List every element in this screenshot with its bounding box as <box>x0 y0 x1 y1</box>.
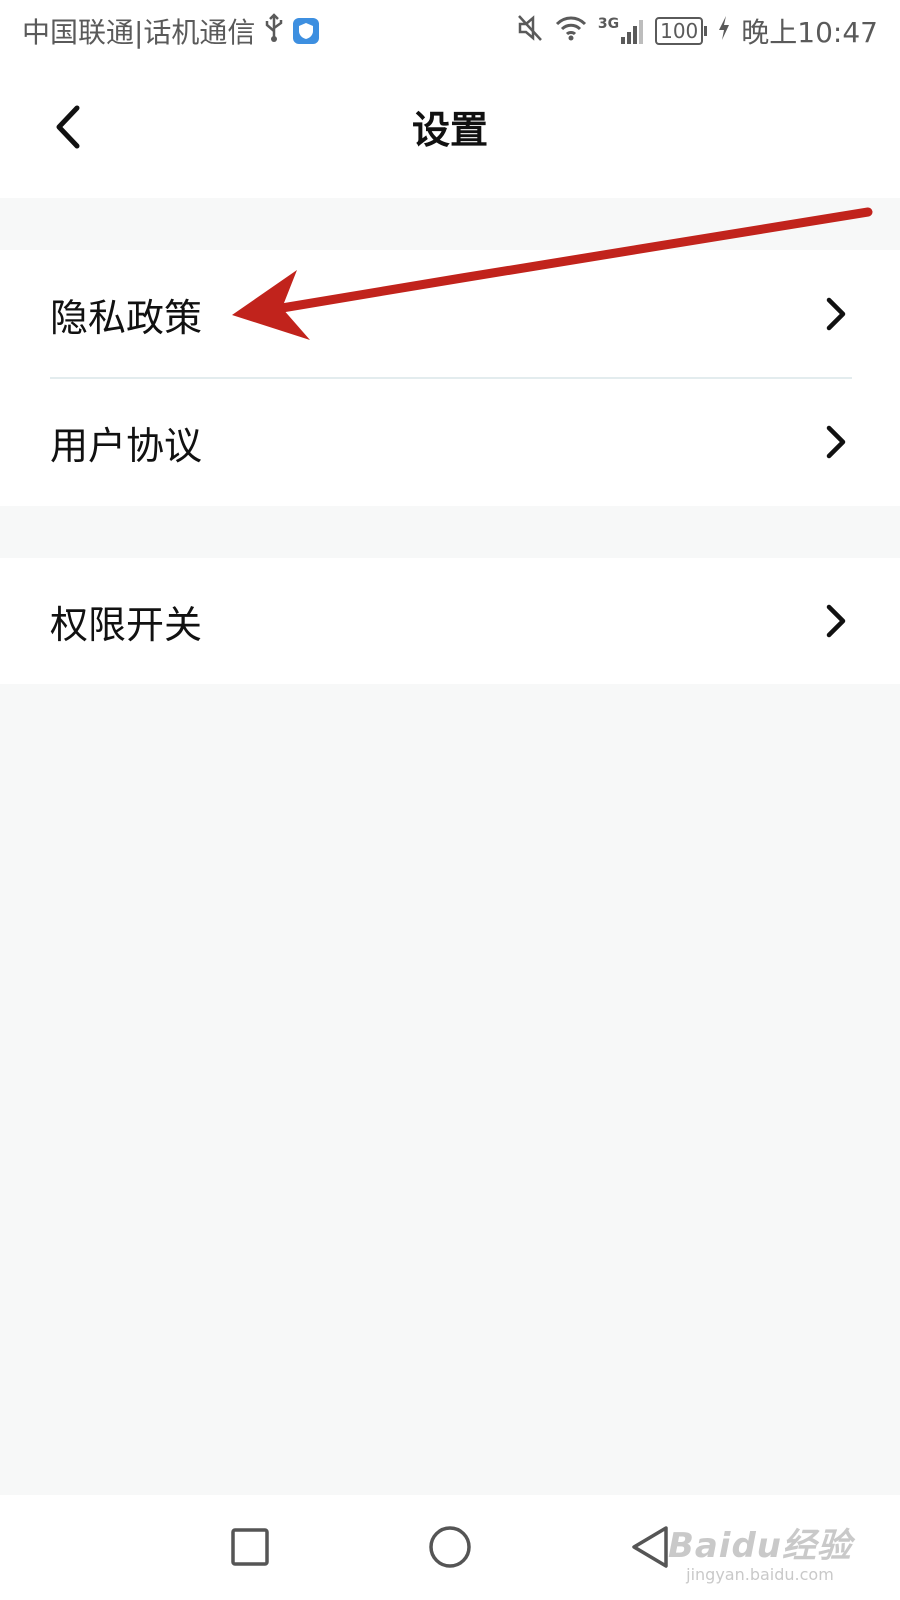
clock: 晚上10:47 <box>741 16 878 49</box>
battery-tip <box>704 26 708 36</box>
back-button[interactable] <box>40 92 96 162</box>
settings-item-permission-switch[interactable]: 权限开关 <box>0 558 900 684</box>
settings-item-label: 权限开关 <box>50 602 203 647</box>
carrier-name: 中国联通|话机通信 <box>22 16 256 49</box>
charging-icon <box>717 15 731 48</box>
recent-apps-button[interactable] <box>220 1517 280 1577</box>
watermark-url: jingyan.baidu.com <box>686 1565 834 1584</box>
app-header: 设置 <box>0 62 900 198</box>
page-title: 设置 <box>411 108 488 152</box>
wifi-icon <box>554 14 588 49</box>
settings-item-label: 隐私政策 <box>50 295 203 340</box>
usb-icon <box>263 12 285 50</box>
status-right: 3G 100 晚上10:47 <box>506 12 878 50</box>
status-left: 中国联通|话机通信 <box>22 12 327 50</box>
battery-indicator: 100 <box>655 17 708 45</box>
settings-item-privacy-policy[interactable]: 隐私政策 <box>0 250 900 379</box>
shield-icon <box>293 18 320 44</box>
annotation-arrow <box>232 207 873 340</box>
signal-icon: 3G <box>598 17 645 45</box>
chevron-right-icon <box>822 601 850 641</box>
battery-level: 100 <box>655 17 704 45</box>
watermark-brand: Baidu经验 <box>667 1526 852 1566</box>
settings-item-label: 用户协议 <box>50 423 203 468</box>
settings-item-user-agreement[interactable]: 用户协议 <box>0 378 900 506</box>
status-bar: 中国联通|话机通信 3G 100 晚上10:47 <box>0 0 900 62</box>
chevron-right-icon <box>822 294 850 334</box>
home-button[interactable] <box>420 1517 480 1577</box>
circle-icon <box>429 1526 471 1568</box>
back-chevron-icon <box>56 105 80 149</box>
settings-group-permissions: 权限开关 <box>0 558 900 684</box>
network-type: 3G <box>597 16 620 32</box>
square-icon <box>231 1528 269 1566</box>
mute-icon <box>516 13 544 50</box>
triangle-back-icon <box>632 1526 668 1568</box>
settings-group-legal: 隐私政策 用户协议 <box>0 250 900 506</box>
baidu-watermark: Baidu经验 jingyan.baidu.com <box>668 1518 852 1584</box>
chevron-right-icon <box>822 422 850 462</box>
